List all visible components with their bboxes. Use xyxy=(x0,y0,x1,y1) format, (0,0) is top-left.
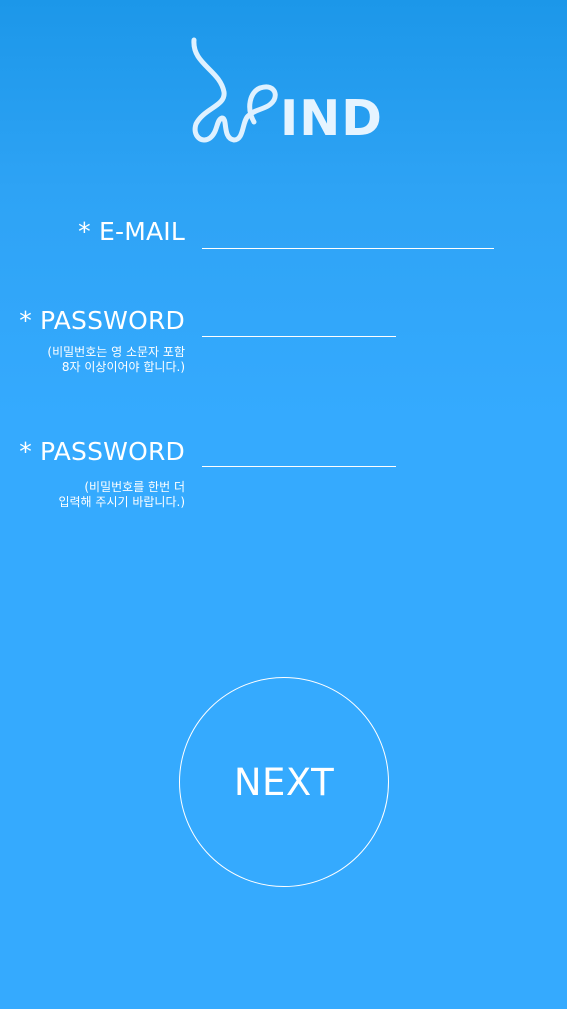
signup-screen: { "logo": { "text": "IND" }, "form": { "… xyxy=(0,0,567,1009)
next-button[interactable]: NEXT xyxy=(179,677,389,887)
password-hint: (비밀번호는 영 소문자 포함 8자 이상이어야 합니다.) xyxy=(47,345,185,375)
password-confirm-hint-line1: (비밀번호를 한번 더 xyxy=(84,480,185,494)
password-confirm-input[interactable] xyxy=(202,439,396,467)
password-hint-line2: 8자 이상이어야 합니다.) xyxy=(61,360,185,374)
password-confirm-hint-line2: 입력해 주시기 바랍니다.) xyxy=(58,495,185,509)
wind-logo: IND xyxy=(188,34,388,152)
email-label: * E-MAIL xyxy=(78,217,185,246)
next-button-label: NEXT xyxy=(233,760,335,804)
password-input[interactable] xyxy=(202,309,396,337)
password-confirm-label: * PASSWORD xyxy=(19,437,185,466)
password-hint-line1: (비밀번호는 영 소문자 포함 xyxy=(47,345,185,359)
logo-text: IND xyxy=(280,90,383,147)
password-confirm-hint: (비밀번호를 한번 더 입력해 주시기 바랍니다.) xyxy=(58,480,185,510)
password-label: * PASSWORD xyxy=(19,306,185,335)
logo-w-swirl-icon xyxy=(191,37,278,143)
email-input[interactable] xyxy=(202,221,494,249)
